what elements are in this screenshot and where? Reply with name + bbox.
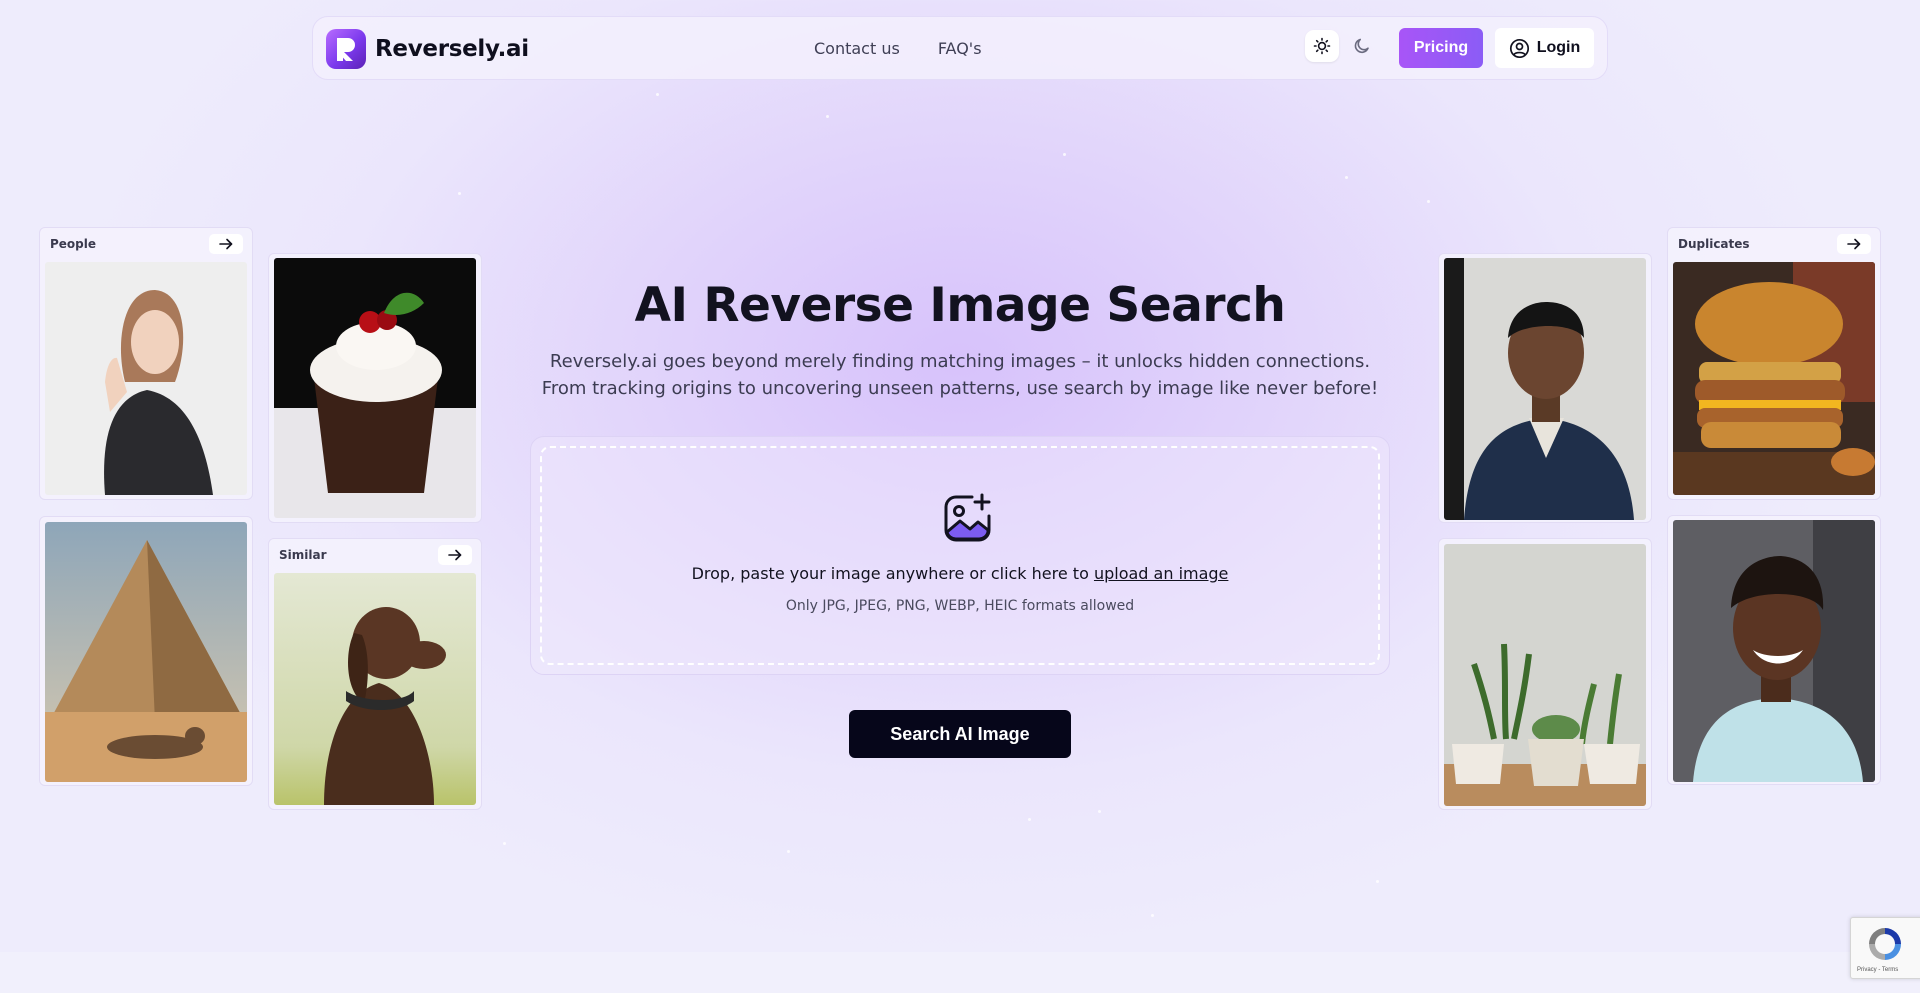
upload-dropzone-border: Drop, paste your image anywhere or click… — [540, 446, 1380, 665]
theme-toggle — [1305, 30, 1379, 62]
image-add-icon — [944, 493, 991, 542]
search-ai-image-button[interactable]: Search AI Image — [849, 710, 1071, 758]
cupcake-photo — [274, 258, 476, 518]
cake-card[interactable] — [268, 253, 482, 523]
people-arrow-button[interactable] — [209, 233, 243, 254]
brown-dog-photo — [274, 573, 476, 805]
sparkle — [503, 842, 506, 845]
upload-image-link[interactable]: upload an image — [1094, 564, 1228, 583]
main-nav: Contact us FAQ's — [814, 39, 982, 58]
recaptcha-terms[interactable]: Privacy - Terms — [1857, 967, 1898, 973]
light-theme-button[interactable] — [1305, 30, 1339, 62]
sparkle — [1427, 200, 1430, 203]
login-button[interactable]: Login — [1495, 28, 1594, 68]
burger-photo — [1673, 262, 1875, 495]
page-footer-strip — [0, 952, 1920, 993]
sparkle — [1345, 176, 1348, 179]
upload-text-prefix: Drop, paste your image anywhere or click… — [691, 564, 1094, 583]
duplicates-arrow-button[interactable] — [1837, 233, 1871, 254]
sparkle — [1063, 153, 1066, 156]
hero-subtitle-line-2: From tracking origins to uncovering unse… — [541, 378, 1379, 399]
sparkle — [1098, 810, 1101, 813]
hero-subtitle: Reversely.ai goes beyond merely finding … — [530, 348, 1390, 402]
duplicates-card[interactable]: Duplicates — [1667, 227, 1881, 500]
sun-icon — [1313, 37, 1331, 55]
sparkle — [458, 192, 461, 195]
dark-theme-button[interactable] — [1345, 30, 1379, 62]
arrow-right-icon — [448, 549, 462, 560]
nav-contact-us[interactable]: Contact us — [814, 39, 900, 58]
brand-name: Reversely.ai — [375, 36, 529, 62]
sparkle — [656, 93, 659, 96]
brand-logo[interactable]: Reversely.ai — [326, 29, 529, 69]
moon-icon — [1354, 38, 1369, 54]
top-navbar: Reversely.ai Contact us FAQ's Pricing Lo… — [312, 16, 1608, 80]
potted-plants-photo — [1444, 544, 1646, 806]
man-card[interactable] — [1438, 253, 1652, 523]
recaptcha-icon — [1869, 928, 1901, 960]
reversely-logo-icon — [326, 29, 366, 69]
arrow-right-icon — [1847, 238, 1861, 249]
pyramid-card[interactable] — [39, 516, 253, 786]
login-label: Login — [1536, 39, 1581, 56]
similar-card-title: Similar — [279, 547, 327, 562]
similar-card-header: Similar — [269, 539, 481, 570]
upload-instructions: Drop, paste your image anywhere or click… — [542, 564, 1378, 583]
upload-dropzone[interactable]: Drop, paste your image anywhere or click… — [530, 436, 1390, 675]
similar-arrow-button[interactable] — [438, 544, 472, 565]
hero-title: AI Reverse Image Search — [634, 278, 1286, 333]
sparkle — [1376, 880, 1379, 883]
sparkle — [787, 850, 790, 853]
smiling-man-photo — [1444, 258, 1646, 520]
recaptcha-badge[interactable]: Privacy - Terms — [1850, 917, 1920, 979]
arrow-right-icon — [219, 238, 233, 249]
woman-hoodie-photo — [45, 262, 247, 495]
people-card-header: People — [40, 228, 252, 259]
pyramid-camel-photo — [45, 522, 247, 782]
hero-subtitle-line-1: Reversely.ai goes beyond merely finding … — [549, 351, 1371, 372]
duplicates-card-title: Duplicates — [1678, 236, 1750, 251]
people-card[interactable]: People — [39, 227, 253, 500]
sparkle — [1151, 914, 1154, 917]
sparkle — [1028, 818, 1031, 821]
smiling-woman-photo — [1673, 520, 1875, 782]
sparkle — [826, 115, 829, 118]
plants-card[interactable] — [1438, 538, 1652, 810]
pricing-button[interactable]: Pricing — [1399, 28, 1483, 68]
similar-card[interactable]: Similar — [268, 538, 482, 810]
user-circle-icon — [1509, 38, 1529, 58]
nav-faqs[interactable]: FAQ's — [938, 39, 982, 58]
duplicates-card-header: Duplicates — [1668, 228, 1880, 259]
woman-smiling-card[interactable] — [1667, 515, 1881, 785]
people-card-title: People — [50, 236, 97, 251]
upload-format-hint: Only JPG, JPEG, PNG, WEBP, HEIC formats … — [785, 598, 1135, 614]
